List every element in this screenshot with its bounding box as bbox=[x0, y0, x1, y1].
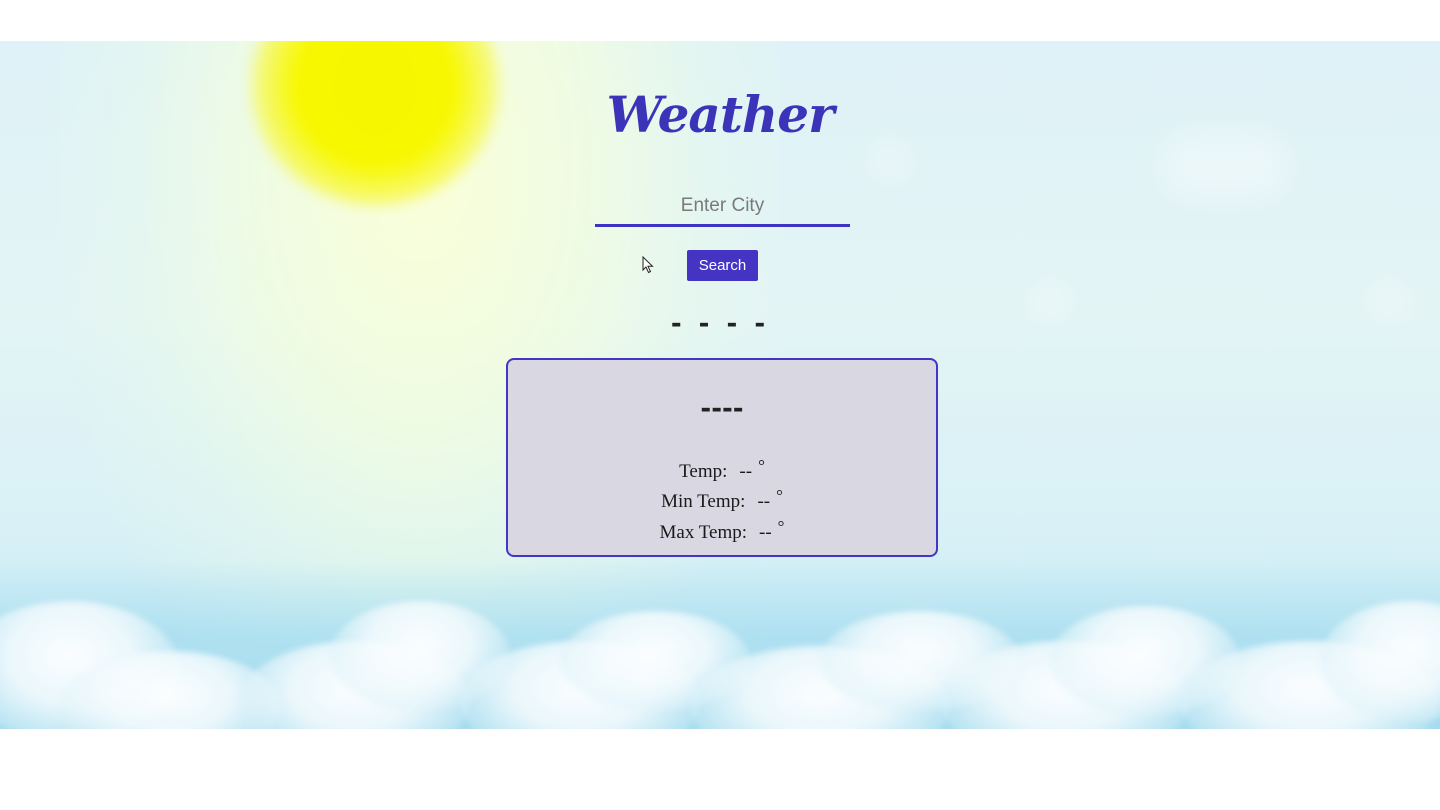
temp-value: -- bbox=[739, 461, 753, 482]
weather-card: ---- Temp: -- ° Min Temp: -- ° Max Temp: -- ° bbox=[506, 358, 938, 557]
background-scene: Weather Search - - - - ---- Temp:--° Min… bbox=[0, 41, 1440, 729]
city-search-input[interactable] bbox=[595, 187, 850, 227]
min-temp-row: Min Temp: -- ° bbox=[508, 486, 936, 513]
min-temp-label: Min Temp: bbox=[661, 491, 746, 512]
degree-symbol: ° bbox=[776, 486, 783, 505]
max-temp-row: Max Temp: -- ° bbox=[508, 517, 936, 544]
weather-description: ---- bbox=[700, 394, 744, 424]
city-name: - - - - bbox=[670, 309, 770, 339]
degree-symbol: ° bbox=[758, 456, 765, 475]
degree-symbol: ° bbox=[777, 517, 785, 536]
app-title: Weather bbox=[606, 85, 835, 144]
max-temp-value: -- bbox=[759, 522, 772, 543]
haze-cloud bbox=[870, 141, 910, 181]
search-button[interactable]: Search bbox=[687, 250, 758, 281]
mouse-pointer-icon bbox=[642, 256, 654, 274]
min-temp-value: -- bbox=[757, 491, 771, 512]
temp-label: Temp: bbox=[679, 461, 728, 482]
temp-row: Temp: -- ° bbox=[508, 456, 936, 483]
max-temp-label: Max Temp: bbox=[659, 522, 748, 543]
